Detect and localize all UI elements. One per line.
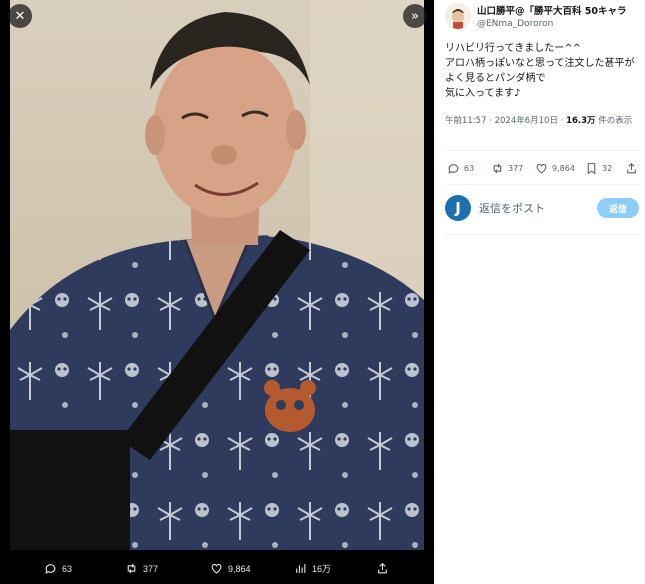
reply-input[interactable]: 返信をポスト	[479, 200, 545, 216]
bookmark-button[interactable]: 32	[585, 162, 612, 175]
views-chart-icon	[296, 564, 306, 573]
viewer-reply-count: 63	[62, 563, 73, 574]
tweet-author[interactable]: 山口勝平@「勝平大百科 50キャラ @ENma_Dororon	[445, 3, 642, 29]
retweet-button[interactable]: 377	[491, 162, 523, 175]
viewer-like-count: 9,864	[228, 563, 251, 574]
author-display-name[interactable]: 山口勝平@「勝平大百科 50キャラ	[477, 3, 642, 17]
tweet-meta: 午前11:57 · 2024年6月10日 · 16.3万 件の表示	[445, 115, 641, 128]
close-icon: ✕	[14, 8, 26, 24]
like-count: 9,864	[552, 164, 575, 173]
author-handle[interactable]: @ENma_Dororon	[477, 19, 642, 29]
user-avatar[interactable]: J	[445, 195, 471, 221]
viewer-views-count: 16万	[312, 564, 332, 574]
tweet-text: リハビリ行ってきましたー^^ アロハ柄っぽいなと思って注文した甚平がよく見るとパ…	[445, 43, 635, 99]
divider	[445, 234, 641, 235]
retweet-icon	[493, 163, 502, 174]
share-icon	[627, 162, 636, 174]
avatar[interactable]	[445, 3, 471, 29]
bookmark-count: 32	[602, 164, 613, 173]
reply-count: 63	[464, 164, 475, 173]
viewer-views-button[interactable]: 16万	[294, 562, 331, 575]
reply-icon	[448, 164, 459, 174]
tweet-timestamp[interactable]: 午前11:57 · 2024年6月10日 ·	[445, 116, 566, 126]
reply-button[interactable]: 63	[447, 162, 474, 175]
tweet-detail-panel: 山口勝平@「勝平大百科 50キャラ @ENma_Dororon リハビリ行ってき…	[434, 0, 645, 584]
photo-illustration	[10, 0, 424, 550]
reply-icon	[45, 564, 56, 574]
share-button[interactable]	[625, 162, 638, 175]
avatar-illustration-icon	[445, 3, 471, 29]
reply-submit-button[interactable]: 返信	[597, 198, 639, 218]
expand-icon: »	[411, 8, 419, 24]
expand-panel-button[interactable]: »	[403, 4, 427, 28]
share-icon	[378, 562, 387, 574]
viewer-retweet-button[interactable]: 377	[125, 562, 158, 575]
heart-icon	[536, 163, 547, 174]
tweet-action-bar: 63 377 9,864 32	[445, 160, 641, 178]
reply-composer: J 返信をポスト 返信	[445, 194, 641, 222]
retweet-icon	[127, 563, 136, 574]
heart-icon	[211, 563, 222, 574]
viewer-like-button[interactable]: 9,864	[210, 562, 251, 575]
divider	[445, 184, 641, 185]
bookmark-icon	[587, 163, 596, 175]
close-button[interactable]: ✕	[8, 4, 32, 28]
tweet-photo[interactable]	[10, 0, 424, 550]
viewer-retweet-count: 377	[143, 563, 159, 574]
tweet-view-count: 16.3万	[566, 116, 596, 126]
media-viewer: ✕ » 63 377 9,864 16万	[0, 0, 434, 584]
like-button[interactable]: 9,864	[535, 162, 575, 175]
divider	[445, 150, 641, 151]
viewer-action-bar: 63 377 9,864 16万	[0, 552, 434, 584]
retweet-count: 377	[508, 164, 524, 173]
tweet-view-label: 件の表示	[595, 116, 633, 126]
viewer-reply-button[interactable]: 63	[44, 562, 72, 575]
viewer-share-button[interactable]	[376, 562, 389, 575]
